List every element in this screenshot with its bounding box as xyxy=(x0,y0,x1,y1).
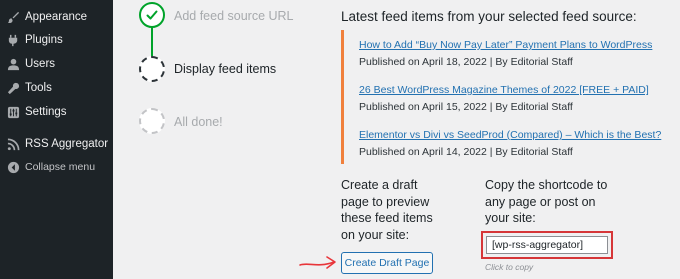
collapse-icon xyxy=(6,160,20,174)
users-icon xyxy=(6,57,20,71)
feed-item-meta: Published on April 14, 2022 | By Editori… xyxy=(359,146,573,158)
sidebar-item-label: RSS Aggregator xyxy=(25,138,109,150)
feed-item-meta: Published on April 15, 2022 | By Editori… xyxy=(359,101,573,113)
settings-icon xyxy=(6,105,20,119)
step-pending-indicator xyxy=(139,108,165,134)
step-done-indicator xyxy=(139,2,165,28)
step-label-all-done: All done! xyxy=(174,115,223,129)
click-to-copy-hint: Click to copy xyxy=(485,262,534,272)
sidebar-item-plugins[interactable]: Plugins xyxy=(0,28,113,52)
collapse-menu-button[interactable]: Collapse menu xyxy=(0,155,113,179)
sidebar-item-settings[interactable]: Settings xyxy=(0,100,113,124)
step-current-indicator xyxy=(139,56,165,82)
sidebar-item-label: Settings xyxy=(25,106,67,118)
sidebar-item-label: Appearance xyxy=(25,11,88,23)
list-item: How to Add “Buy Now Pay Later” Payment P… xyxy=(359,39,652,68)
sidebar-item-appearance[interactable]: Appearance xyxy=(0,5,113,29)
wizard-steps: Add feed source URL Display feed items A… xyxy=(113,0,318,279)
feed-item-meta: Published on April 18, 2022 | By Editori… xyxy=(359,56,573,68)
sidebar-item-label: Plugins xyxy=(25,34,63,46)
feed-items-list: How to Add “Buy Now Pay Later” Payment P… xyxy=(341,30,661,164)
arrow-icon xyxy=(299,256,336,269)
sidebar-item-label: Users xyxy=(25,58,56,70)
sidebar-item-label: Collapse menu xyxy=(25,161,96,173)
sidebar-item-users[interactable]: Users xyxy=(0,52,113,76)
list-item: 26 Best WordPress Magazine Themes of 202… xyxy=(359,84,649,113)
checkmark-icon xyxy=(146,10,158,20)
shortcode-description: Copy the shortcode to any page or post o… xyxy=(485,178,608,225)
feed-preview-title: Latest feed items from your selected fee… xyxy=(341,9,637,24)
appearance-brush-icon xyxy=(6,10,20,24)
shortcode-highlight: [wp-rss-aggregator] xyxy=(481,231,613,259)
rss-icon xyxy=(6,137,20,151)
plugins-icon xyxy=(6,33,20,47)
sidebar-item-rss-aggregator[interactable]: RSS Aggregator xyxy=(0,132,113,156)
admin-sidebar: Appearance Plugins Users Tools Settings … xyxy=(0,0,113,279)
draft-description: Create a draft page to preview these fee… xyxy=(341,178,433,242)
step-label-display-feed: Display feed items xyxy=(174,62,277,76)
create-draft-page-button[interactable]: Create Draft Page xyxy=(341,252,433,274)
tools-wrench-icon xyxy=(6,81,20,95)
sidebar-item-tools[interactable]: Tools xyxy=(0,76,113,100)
step-label-add-feed: Add feed source URL xyxy=(174,9,294,23)
feed-item-link[interactable]: How to Add “Buy Now Pay Later” Payment P… xyxy=(359,39,652,51)
step-connector xyxy=(151,27,153,57)
feed-item-link[interactable]: 26 Best WordPress Magazine Themes of 202… xyxy=(359,84,649,96)
sidebar-item-label: Tools xyxy=(25,82,52,94)
feed-item-link[interactable]: Elementor vs Divi vs SeedProd (Compared)… xyxy=(359,129,661,141)
list-item: Elementor vs Divi vs SeedProd (Compared)… xyxy=(359,129,661,158)
shortcode-field[interactable]: [wp-rss-aggregator] xyxy=(486,236,608,254)
